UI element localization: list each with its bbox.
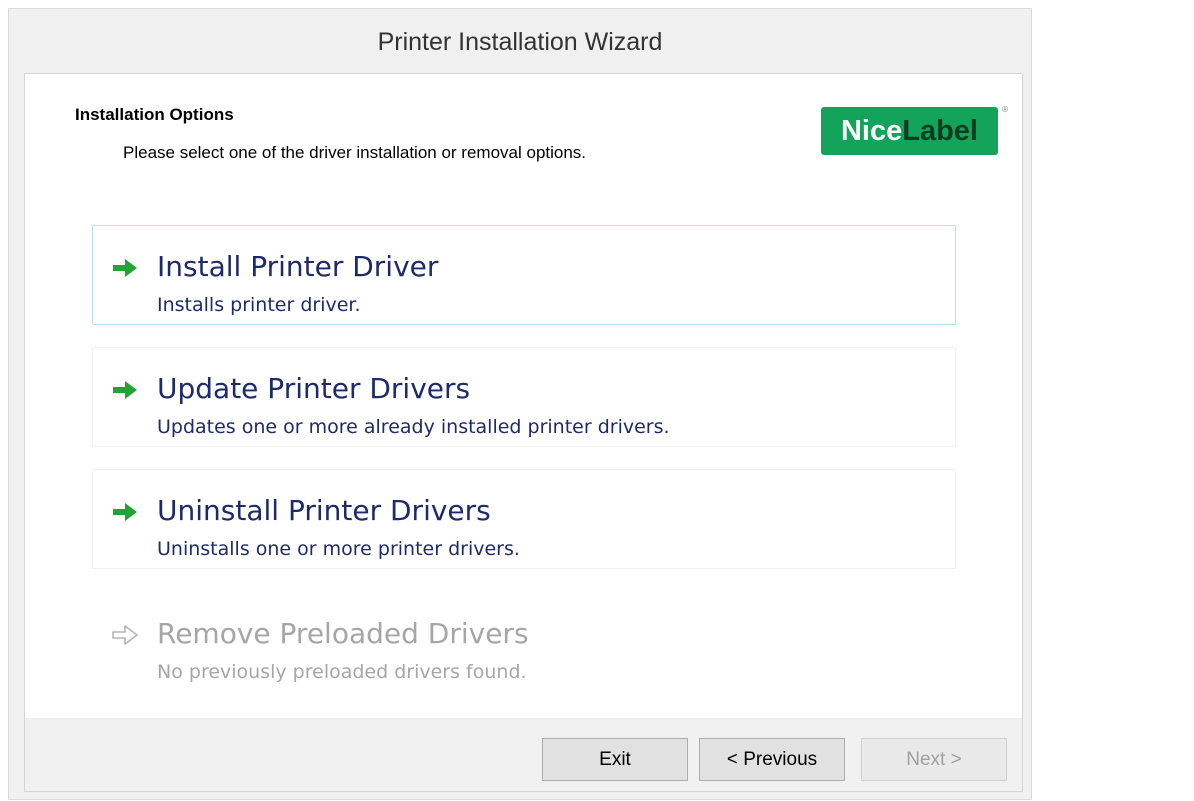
option-title: Remove Preloaded Drivers: [157, 617, 529, 650]
option-title: Update Printer Drivers: [157, 372, 471, 405]
green-arrow-right-icon: [113, 503, 137, 521]
option-description: Updates one or more already installed pr…: [157, 416, 670, 438]
green-arrow-right-icon: [113, 381, 137, 399]
option-description: Uninstalls one or more printer drivers.: [157, 538, 520, 560]
page-subtitle: Please select one of the driver installa…: [123, 143, 587, 162]
exit-button[interactable]: Exit: [542, 738, 688, 781]
option-title: Install Printer Driver: [157, 250, 439, 283]
option-uninstall-printer-drivers[interactable]: Uninstall Printer Drivers Uninstalls one…: [92, 469, 956, 569]
option-remove-preloaded-drivers: Remove Preloaded Drivers No previously p…: [92, 592, 956, 692]
option-install-printer-driver[interactable]: Install Printer Driver Installs printer …: [92, 225, 956, 325]
gray-arrow-right-icon: [112, 625, 138, 645]
wizard-footer: Exit < Previous Next >: [25, 718, 1022, 791]
wizard-window: Printer Installation Wizard Installation…: [8, 8, 1032, 800]
nicelabel-logo: Nice Label: [821, 107, 998, 155]
logo-text-label: Label: [902, 114, 978, 147]
page-title: Installation Options: [75, 105, 234, 124]
option-description: No previously preloaded drivers found.: [157, 661, 527, 683]
registered-mark: ®: [1001, 105, 1009, 114]
option-title: Uninstall Printer Drivers: [157, 494, 491, 527]
window-title: Printer Installation Wizard: [377, 27, 663, 56]
option-description: Installs printer driver.: [157, 294, 361, 316]
previous-button[interactable]: < Previous: [699, 738, 845, 781]
wizard-content-frame: Installation Options Please select one o…: [24, 73, 1023, 792]
green-arrow-right-icon: [113, 259, 137, 277]
next-button: Next >: [861, 738, 1007, 781]
logo-text-nice: Nice: [840, 114, 903, 147]
option-update-printer-drivers[interactable]: Update Printer Drivers Updates one or mo…: [92, 347, 956, 447]
